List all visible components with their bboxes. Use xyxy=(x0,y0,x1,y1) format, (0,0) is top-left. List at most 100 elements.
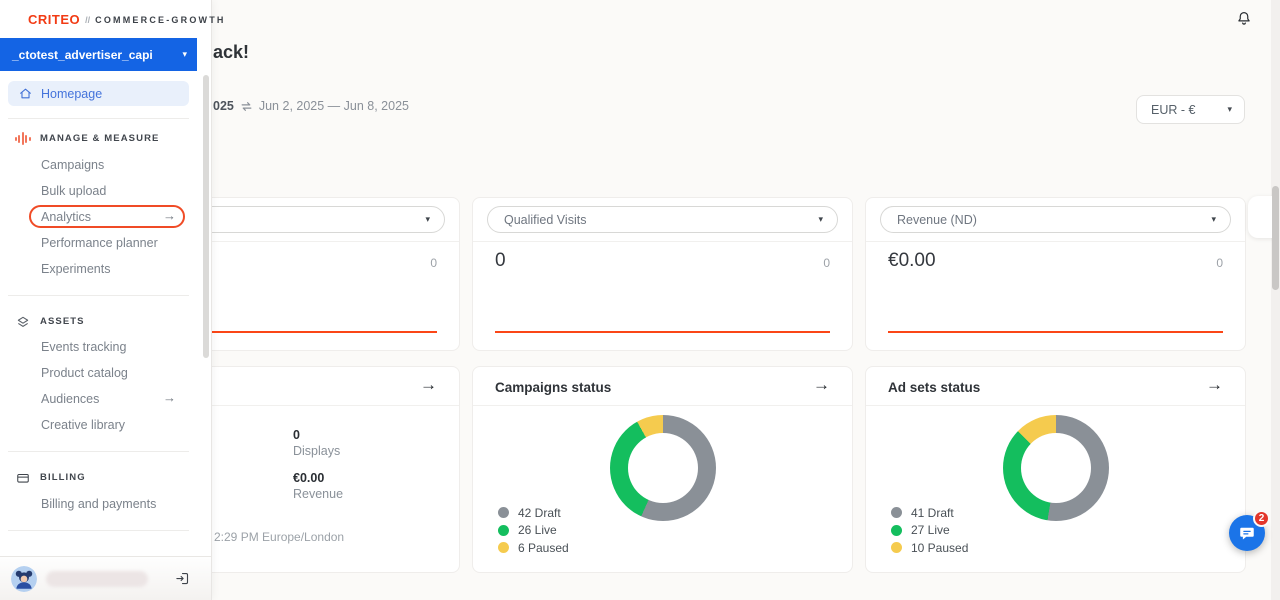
divider xyxy=(8,118,189,119)
legend-label: 27 Live xyxy=(911,523,950,537)
section-title: MANAGE & MEASURE xyxy=(40,133,159,144)
campaigns-status-card: Campaigns status → 42 Draft 26 Live 6 Paus… xyxy=(472,366,853,573)
sidebar-item-bulk-upload[interactable]: Bulk upload xyxy=(41,183,106,199)
divider xyxy=(473,241,852,242)
collapsed-side-panel[interactable] xyxy=(1248,196,1274,238)
sidebar: CRITEO // COMMERCE-GROWTH _ctotest_adver… xyxy=(0,0,211,600)
stat-value: €0.00 xyxy=(293,470,343,486)
caret-down-icon: ▾ xyxy=(182,50,187,59)
advertiser-selector[interactable]: _ctotest_advertiser_capi ▾ xyxy=(0,38,197,71)
card-title: Ad sets status xyxy=(888,380,980,395)
currency-selector[interactable]: EUR - € ▾ xyxy=(1136,95,1245,124)
section-title: ASSETS xyxy=(40,316,85,327)
arrow-right-icon[interactable]: → xyxy=(813,375,830,395)
legend-item: 6 Paused xyxy=(498,539,569,556)
sidebar-item-audiences[interactable]: Audiences xyxy=(41,391,99,407)
kpi-card-qualified-visits: Qualified Visits ▾ 0 0 xyxy=(472,197,853,351)
section-assets: ASSETS xyxy=(15,314,85,329)
arrow-right-icon[interactable]: → xyxy=(163,390,176,405)
sidebar-item-billing-payments[interactable]: Billing and payments xyxy=(41,496,156,512)
metric-select-value: Revenue (ND) xyxy=(897,213,977,227)
currency-value: EUR - € xyxy=(1151,103,1195,117)
advertiser-name: _ctotest_advertiser_capi xyxy=(12,48,153,62)
chat-unread-badge: 2 xyxy=(1253,510,1270,527)
legend-dot-icon xyxy=(891,507,902,518)
brand-logo: CRITEO // COMMERCE-GROWTH xyxy=(28,12,226,27)
credit-card-icon xyxy=(15,470,30,485)
caret-down-icon: ▾ xyxy=(1227,105,1232,114)
caret-down-icon: ▾ xyxy=(818,215,823,224)
legend-dot-icon xyxy=(891,525,902,536)
kpi-value: 0 xyxy=(495,250,506,272)
kpi-axis-max: 0 xyxy=(823,256,830,270)
current-period-text: 025 xyxy=(213,99,234,113)
sidebar-item-performance-planner[interactable]: Performance planner xyxy=(41,235,158,251)
criteo-logo: CRITEO xyxy=(28,12,80,27)
section-billing: BILLING xyxy=(15,470,86,485)
legend-label: 42 Draft xyxy=(518,506,561,520)
divider xyxy=(866,241,1245,242)
layers-icon xyxy=(15,314,30,329)
card-title: Campaigns status xyxy=(495,380,611,395)
adsets-status-card: Ad sets status → 41 Draft 27 Live 10 Pause… xyxy=(865,366,1246,573)
chat-support-button[interactable]: 2 xyxy=(1229,515,1265,551)
pulse-icon xyxy=(15,131,30,146)
kpi-value: €0.00 xyxy=(888,250,936,272)
notifications-bell-icon[interactable] xyxy=(1235,10,1253,28)
sidebar-item-label: Homepage xyxy=(41,87,102,101)
section-title: BILLING xyxy=(40,472,86,483)
sidebar-item-product-catalog[interactable]: Product catalog xyxy=(41,365,128,381)
user-avatar[interactable] xyxy=(11,566,37,592)
compare-period-text: Jun 2, 2025 — Jun 8, 2025 xyxy=(259,99,409,113)
flat-sparkline xyxy=(495,331,830,333)
chat-bubble-icon xyxy=(1238,524,1256,542)
collapse-sidebar-icon[interactable] xyxy=(175,571,190,586)
sidebar-item-campaigns[interactable]: Campaigns xyxy=(41,157,104,173)
adsets-status-donut-chart xyxy=(1003,415,1109,521)
logo-separator: // xyxy=(85,15,90,25)
legend-label: 10 Paused xyxy=(911,541,968,555)
legend-item: 27 Live xyxy=(891,522,968,539)
sidebar-item-creative-library[interactable]: Creative library xyxy=(41,417,125,433)
divider xyxy=(8,295,189,296)
sidebar-item-analytics[interactable]: Analytics xyxy=(41,209,91,225)
metric-select-value: Qualified Visits xyxy=(504,213,586,227)
summary-stats: 0 Displays €0.00 Revenue xyxy=(293,427,343,513)
legend-item: 42 Draft xyxy=(498,504,569,521)
date-range-row[interactable]: 025 Jun 2, 2025 — Jun 8, 2025 xyxy=(213,99,409,113)
legend-item: 26 Live xyxy=(498,522,569,539)
legend-item: 41 Draft xyxy=(891,504,968,521)
arrow-right-icon[interactable]: → xyxy=(420,375,437,395)
legend-dot-icon xyxy=(498,542,509,553)
welcome-heading: ack! xyxy=(213,42,249,63)
legend-dot-icon xyxy=(498,525,509,536)
sidebar-item-experiments[interactable]: Experiments xyxy=(41,261,110,277)
metric-select[interactable]: Qualified Visits ▾ xyxy=(487,206,838,233)
compare-arrows-icon xyxy=(240,100,253,113)
sidebar-item-events-tracking[interactable]: Events tracking xyxy=(41,339,126,355)
divider xyxy=(8,451,189,452)
sidebar-scrollbar-thumb[interactable] xyxy=(203,75,209,358)
divider xyxy=(866,405,1245,406)
legend-dot-icon xyxy=(891,542,902,553)
section-manage-measure: MANAGE & MEASURE xyxy=(15,131,159,146)
page-scrollbar-track[interactable] xyxy=(1271,0,1280,600)
metric-select[interactable]: Revenue (ND) ▾ xyxy=(880,206,1231,233)
last-update-text: 2:29 PM Europe/London xyxy=(214,530,344,544)
campaigns-status-donut-chart xyxy=(610,415,716,521)
kpi-axis-max: 0 xyxy=(430,256,437,270)
legend-item: 10 Paused xyxy=(891,539,968,556)
stat-label: Revenue xyxy=(293,486,343,502)
legend-label: 41 Draft xyxy=(911,506,954,520)
product-name: COMMERCE-GROWTH xyxy=(95,15,226,25)
sidebar-item-homepage[interactable]: Homepage xyxy=(8,81,189,106)
arrow-right-icon[interactable]: → xyxy=(163,208,176,223)
chart-legend: 42 Draft 26 Live 6 Paused xyxy=(498,504,569,557)
legend-dot-icon xyxy=(498,507,509,518)
home-icon xyxy=(19,87,32,100)
user-name-redacted xyxy=(46,571,148,587)
legend-label: 26 Live xyxy=(518,523,557,537)
divider xyxy=(473,405,852,406)
arrow-right-icon[interactable]: → xyxy=(1206,375,1223,395)
page-scrollbar-thumb[interactable] xyxy=(1272,186,1279,290)
